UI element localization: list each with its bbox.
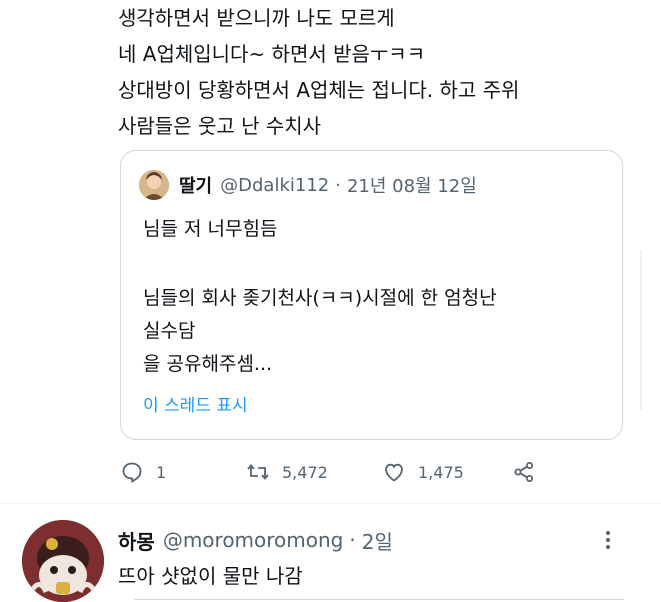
retweet-count: 5,472 <box>282 462 328 482</box>
quote-blank-line <box>143 246 613 282</box>
tweet-line-4: 사람들은 웃고 난 수치사 <box>118 114 322 138</box>
share-icon <box>514 462 533 482</box>
quote-author-name[interactable]: 딸기 <box>179 172 212 198</box>
reply-avatar[interactable] <box>22 520 104 602</box>
tweet-line-3: 상대방이 당황하면서 A업체는 접니다. 하고 주위 <box>118 78 520 102</box>
quote-date[interactable]: 21년 08월 12일 <box>347 172 477 198</box>
scrollbar[interactable] <box>640 250 642 410</box>
tweet-line-1: 생각하면서 받으니까 나도 모르게 <box>118 6 395 30</box>
retweet-icon <box>247 464 269 480</box>
reply-text: 뜨아 샷없이 물만 나감 <box>118 564 303 588</box>
reply-button[interactable]: 1 <box>120 454 166 490</box>
reply-count: 1 <box>156 462 167 482</box>
reply-author-name[interactable]: 하몽 <box>118 526 155 555</box>
reply-header: 하몽 @moromoromong · 2일 <box>118 524 393 556</box>
reply-card-edge <box>134 599 624 600</box>
more-options-icon[interactable] <box>598 528 618 552</box>
like-count: 1,475 <box>418 462 464 482</box>
quote-separator: · <box>335 174 341 196</box>
like-button[interactable]: 1,475 <box>382 454 464 490</box>
quote-author-handle[interactable]: @Ddalki112 <box>220 175 329 196</box>
reply-author-handle[interactable]: @moromoromong <box>163 528 344 552</box>
heart-icon <box>385 463 403 482</box>
reply-icon <box>122 462 142 484</box>
quote-header: 딸기 @Ddalki112 · 21년 08월 12일 <box>139 169 477 201</box>
reply-separator: · <box>349 528 356 552</box>
quote-avatar[interactable] <box>139 170 169 200</box>
quote-line-4: 을 공유해주셈... <box>143 353 273 375</box>
divider <box>0 503 661 504</box>
tweet-line-2: 네 A업체입니다~ 하면서 받음ㅜㅋㅋ <box>118 42 426 66</box>
show-thread-link[interactable]: 이 스레드 표시 <box>143 391 248 416</box>
share-button[interactable] <box>512 454 536 490</box>
tweet-actions: 1 5,472 1,475 <box>120 454 550 490</box>
tweet-text: 생각하면서 받으니까 나도 모르게 네 A업체입니다~ 하면서 받음ㅜㅋㅋ 상대… <box>118 0 638 144</box>
quote-line-1: 님들 저 너무힘듬 <box>143 218 278 240</box>
quote-tweet-card[interactable]: 딸기 @Ddalki112 · 21년 08월 12일 님들 저 너무힘듬 님들… <box>120 150 623 440</box>
quote-line-2: 님들의 회사 좆기천사(ㅋㅋ)시절에 한 엄청난 <box>143 287 497 309</box>
quote-text: 님들 저 너무힘듬 님들의 회사 좆기천사(ㅋㅋ)시절에 한 엄청난 실수담 을… <box>143 213 613 381</box>
reply-time[interactable]: 2일 <box>362 526 393 555</box>
retweet-button[interactable]: 5,472 <box>246 454 328 490</box>
quote-line-3: 실수담 <box>143 320 196 342</box>
